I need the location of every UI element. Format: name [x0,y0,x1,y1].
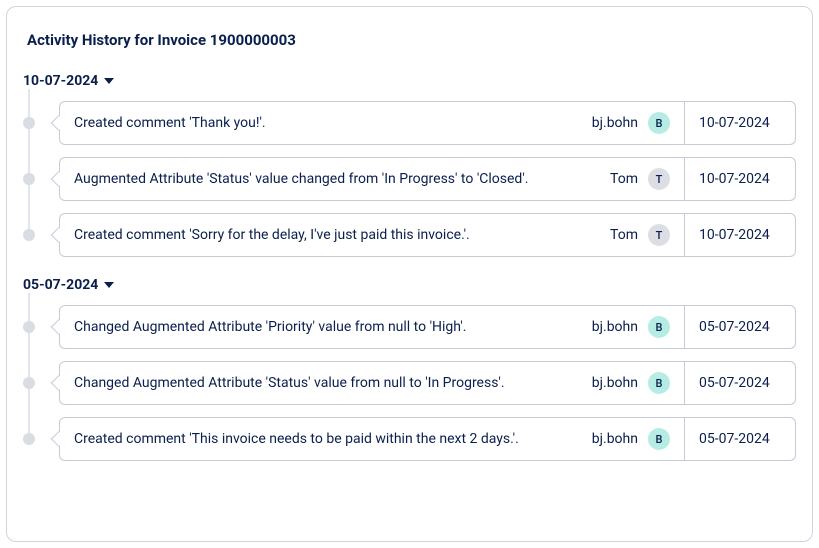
divider [684,418,685,460]
timeline-bullet-icon [23,173,35,185]
activity-entry-box[interactable]: Changed Augmented Attribute 'Priority' v… [59,305,796,349]
date-group-header[interactable]: 10-07-2024 [23,73,796,89]
activity-date: 05-07-2024 [699,319,781,335]
activity-entry-box[interactable]: Augmented Attribute 'Status' value chang… [59,157,796,201]
timeline-bullet-icon [23,321,35,333]
date-group-label: 10-07-2024 [23,73,98,89]
activity-user: Tom [610,171,638,187]
timeline-group: Created comment 'Thank you!'.bj.bohn B 10-… [23,101,796,257]
activity-entry-box[interactable]: Created comment 'This invoice needs to b… [59,417,796,461]
divider [684,306,685,348]
avatar: B [648,428,670,450]
activity-user: bj.bohn [592,319,638,335]
timeline-bullet-icon [23,377,35,389]
activity-entry-box[interactable]: Changed Augmented Attribute 'Status' val… [59,361,796,405]
activity-user: Tom [610,227,638,243]
activity-entry-box[interactable]: Created comment 'Thank you!'.bj.bohn B 10-… [59,101,796,145]
activity-history-card: Activity History for Invoice 1900000003 … [6,6,813,542]
divider [684,362,685,404]
avatar: T [648,168,670,190]
timeline-bullet-icon [23,433,35,445]
activity-date: 10-07-2024 [699,171,781,187]
activity-message: Created comment 'This invoice needs to b… [74,431,592,447]
divider [684,214,685,256]
timeline-entry: Created comment 'Sorry for the delay, I'… [23,213,796,257]
avatar: B [648,112,670,134]
avatar: T [648,224,670,246]
timeline-container: 10-07-2024Created comment 'Thank you!'.b… [23,73,796,461]
timeline-entry: Changed Augmented Attribute 'Priority' v… [23,305,796,349]
timeline-bullet-icon [23,229,35,241]
date-group-label: 05-07-2024 [23,277,98,293]
avatar: B [648,372,670,394]
chevron-down-icon [104,282,114,288]
activity-date: 05-07-2024 [699,375,781,391]
activity-message: Augmented Attribute 'Status' value chang… [74,171,610,187]
timeline-group: Changed Augmented Attribute 'Priority' v… [23,305,796,461]
timeline-entry: Created comment 'Thank you!'.bj.bohn B 10-… [23,101,796,145]
chevron-down-icon [104,78,114,84]
page-title: Activity History for Invoice 1900000003 [27,31,796,49]
activity-date: 05-07-2024 [699,431,781,447]
divider [684,158,685,200]
timeline-bullet-icon [23,117,35,129]
activity-user: bj.bohn [592,431,638,447]
timeline-entry: Augmented Attribute 'Status' value chang… [23,157,796,201]
activity-date: 10-07-2024 [699,227,781,243]
timeline-entry: Changed Augmented Attribute 'Status' val… [23,361,796,405]
date-group-header[interactable]: 05-07-2024 [23,277,796,293]
activity-message: Created comment 'Sorry for the delay, I'… [74,227,610,243]
activity-user: bj.bohn [592,375,638,391]
activity-message: Changed Augmented Attribute 'Priority' v… [74,319,592,335]
activity-message: Created comment 'Thank you!'. [74,115,592,131]
activity-entry-box[interactable]: Created comment 'Sorry for the delay, I'… [59,213,796,257]
divider [684,102,685,144]
activity-date: 10-07-2024 [699,115,781,131]
timeline-entry: Created comment 'This invoice needs to b… [23,417,796,461]
avatar: B [648,316,670,338]
activity-user: bj.bohn [592,115,638,131]
activity-message: Changed Augmented Attribute 'Status' val… [74,375,592,391]
